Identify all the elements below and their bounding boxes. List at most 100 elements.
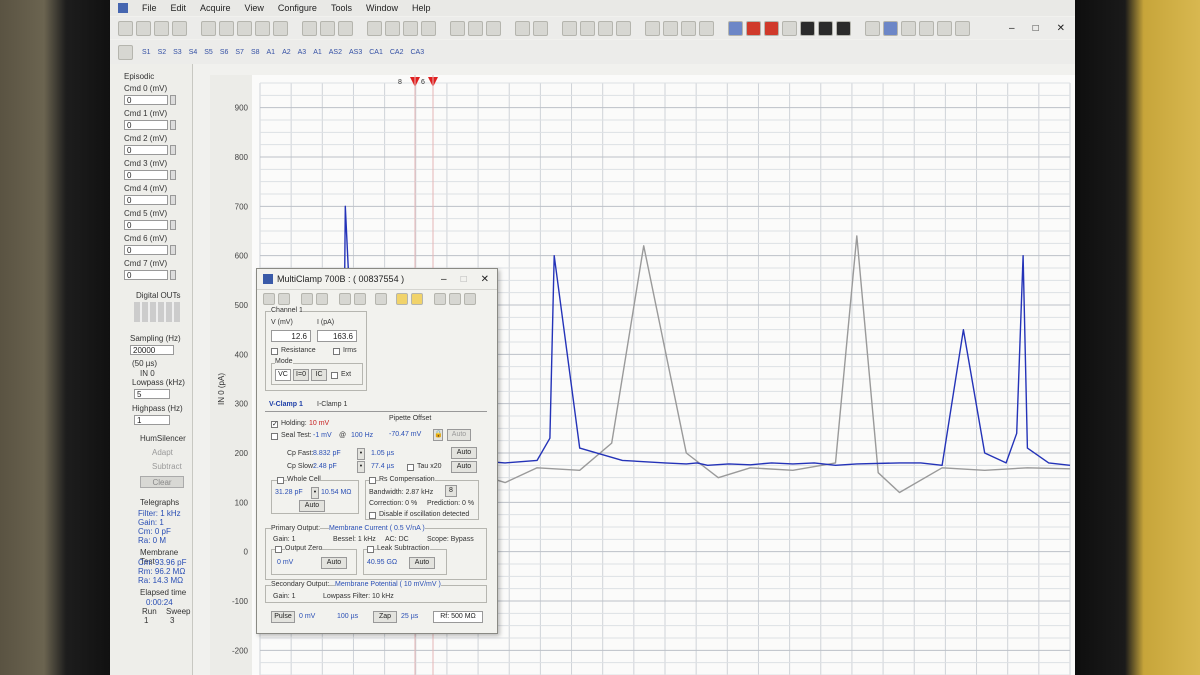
window-maximize-icon[interactable]: □ — [1033, 23, 1039, 34]
cmd-2-spinner[interactable] — [170, 145, 176, 155]
secondary-output-value[interactable]: Membrane Potential ( 10 mV/mV ) — [335, 581, 441, 588]
rs-comp-checkbox[interactable] — [369, 477, 376, 484]
pipette-auto-button[interactable]: Auto — [447, 429, 471, 441]
output-zero-auto-button[interactable]: Auto — [321, 557, 347, 569]
whole-cell-checkbox[interactable] — [277, 477, 284, 484]
cp-fast-auto-button[interactable]: Auto — [451, 447, 477, 459]
cmd-4-input[interactable]: 0 — [124, 195, 168, 205]
disk-star-icon[interactable] — [598, 20, 613, 36]
menu-edit[interactable]: Edit — [171, 3, 187, 13]
axis-icon[interactable] — [320, 20, 335, 36]
dialog-close-icon[interactable]: ✕ — [481, 274, 489, 285]
sampling-input[interactable]: 20000 — [130, 345, 174, 355]
dlg-sync-icon[interactable] — [354, 293, 366, 305]
scale-icon[interactable] — [367, 20, 382, 36]
menu-acquire[interactable]: Acquire — [200, 3, 231, 13]
seal-test-frequency[interactable]: 100 Hz — [351, 432, 373, 439]
disk-icon[interactable] — [580, 20, 595, 36]
signal-as1[interactable]: A1 — [313, 49, 322, 56]
seal-test-checkbox[interactable] — [271, 433, 278, 440]
cmd-1-spinner[interactable] — [170, 120, 176, 130]
tab-vclamp[interactable]: V-Clamp 1 — [269, 401, 303, 408]
copy-icon[interactable] — [255, 20, 270, 36]
mode-i0-button[interactable]: I=0 — [293, 369, 309, 381]
signal-s7[interactable]: S7 — [235, 49, 244, 56]
step-icon[interactable] — [818, 20, 833, 36]
stop-icon[interactable] — [836, 20, 851, 36]
pulse-duration[interactable]: 100 µs — [337, 613, 358, 620]
cp-fast-link-button[interactable]: • — [357, 448, 365, 460]
signal-s3[interactable]: S3 — [173, 49, 182, 56]
cp-slow-us[interactable]: 77.4 µs — [371, 463, 394, 470]
output-zero-checkbox[interactable] — [275, 546, 282, 553]
dlg-speaker-icon[interactable] — [396, 293, 408, 305]
subtract-checkbox[interactable]: Subtract — [152, 462, 182, 471]
dlg-save-icon[interactable] — [316, 293, 328, 305]
signal-s5[interactable]: S5 — [204, 49, 213, 56]
pulse-amplitude[interactable]: 0 mV — [299, 613, 315, 620]
cmd-0-spinner[interactable] — [170, 95, 176, 105]
bandwidth-value[interactable]: Bandwidth: 2.87 kHz — [369, 489, 433, 496]
disk-list-icon[interactable] — [616, 20, 631, 36]
dlg-key-icon[interactable] — [411, 293, 423, 305]
compress-icon[interactable] — [421, 20, 436, 36]
open-data-icon[interactable] — [154, 20, 169, 36]
open-icon[interactable] — [136, 20, 151, 36]
lock-icon[interactable]: 🔒 — [433, 429, 443, 441]
edit-protocol-icon[interactable] — [901, 20, 916, 36]
seal-test-amplitude[interactable]: -1 mV — [313, 432, 332, 439]
resistance-checkbox[interactable] — [271, 348, 278, 355]
zoom-icon[interactable] — [302, 20, 317, 36]
autoscale-icon[interactable] — [385, 20, 400, 36]
table-icon[interactable] — [663, 20, 678, 36]
irms-checkbox[interactable] — [333, 348, 340, 355]
tab-iclamp[interactable]: I-Clamp 1 — [317, 401, 347, 408]
output-zero-value[interactable]: 0 mV — [277, 559, 293, 566]
zap-button[interactable]: Zap — [373, 611, 397, 623]
signal-ca2[interactable]: CA2 — [390, 49, 404, 56]
cmd-3-input[interactable]: 0 — [124, 170, 168, 180]
primary-bessel[interactable]: Bessel: 1 kHz — [333, 536, 376, 543]
cmd-4-spinner[interactable] — [170, 195, 176, 205]
refresh-icon[interactable] — [728, 20, 743, 36]
grid-icon[interactable] — [450, 20, 465, 36]
cmd-1-input[interactable]: 0 — [124, 120, 168, 130]
seal-test-icon[interactable] — [955, 20, 970, 36]
results-icon[interactable] — [699, 20, 714, 36]
dialog-titlebar[interactable]: MultiClamp 700B : ( 00837554 ) – □ ✕ — [257, 269, 497, 290]
dialog-minimize-icon[interactable]: – — [441, 274, 447, 285]
primary-output-value[interactable]: Membrane Current ( 0.5 V/nA ) — [329, 525, 425, 532]
signal-s4[interactable]: S4 — [189, 49, 198, 56]
leak-subtraction-checkbox[interactable] — [367, 546, 374, 553]
clipboard-icon[interactable] — [273, 20, 288, 36]
chip-icon[interactable] — [883, 20, 898, 36]
dlg-window-icon[interactable] — [263, 293, 275, 305]
stats-icon[interactable] — [681, 20, 696, 36]
dlg-channel-2-icon[interactable] — [449, 293, 461, 305]
pulse-button[interactable]: Pulse — [271, 611, 295, 623]
save-as-icon[interactable] — [219, 20, 234, 36]
check-icon[interactable] — [486, 20, 501, 36]
new-icon[interactable] — [118, 20, 133, 36]
split-vertical-icon[interactable] — [533, 20, 548, 36]
menu-configure[interactable]: Configure — [278, 3, 317, 13]
correction-value[interactable]: Correction: 0 % — [369, 500, 417, 507]
signal-ca1[interactable]: CA1 — [369, 49, 383, 56]
highpass-input[interactable]: 1 — [134, 415, 170, 425]
primary-ac[interactable]: AC: DC — [385, 536, 409, 543]
rs-link-button[interactable]: 8 — [445, 485, 457, 497]
dlg-meter-icon[interactable] — [375, 293, 387, 305]
signal-a3[interactable]: A3 — [298, 49, 307, 56]
cmd-5-input[interactable]: 0 — [124, 220, 168, 230]
window-minimize-icon[interactable]: – — [1009, 23, 1015, 34]
play-icon[interactable] — [800, 20, 815, 36]
clear-button[interactable]: Clear — [140, 476, 184, 488]
dialog-maximize-icon[interactable]: □ — [461, 274, 467, 285]
digital-outs-grid[interactable] — [134, 302, 180, 322]
monitor-icon[interactable] — [919, 20, 934, 36]
signal-s2[interactable]: S2 — [158, 49, 167, 56]
holding-value[interactable]: 10 mV — [309, 420, 329, 427]
zap-duration[interactable]: 25 µs — [401, 613, 418, 620]
secondary-gain[interactable]: Gain: 1 — [273, 593, 296, 600]
dlg-channel-1-icon[interactable] — [434, 293, 446, 305]
